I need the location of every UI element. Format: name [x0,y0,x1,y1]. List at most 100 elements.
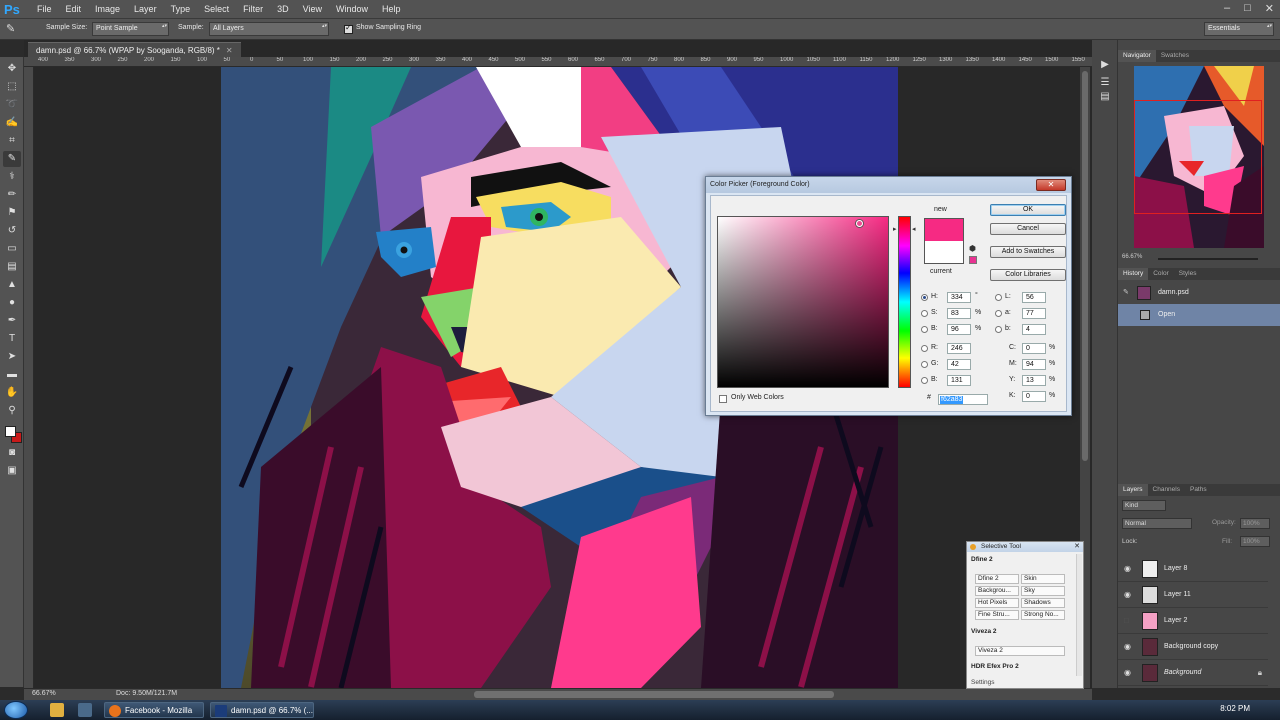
dfine-option[interactable]: Shadows [1021,598,1065,608]
horizontal-scrollbar[interactable] [474,691,834,698]
lasso-tool-icon[interactable]: ➰ [3,97,21,113]
tab-color[interactable]: Color [1148,268,1174,280]
zoom-level[interactable]: 66.67% [32,690,56,697]
dialog-close-button[interactable]: ✕ [1036,179,1066,191]
type-tool-icon[interactable]: T [3,331,21,347]
dfine-option[interactable]: Strong No... [1021,610,1065,620]
layer-row[interactable]: ◉ Layer 8 [1118,556,1268,582]
show-sampling-ring-checkbox[interactable] [344,23,353,34]
taskbar-firefox[interactable]: Facebook - Mozilla F... [104,702,204,718]
lab-a-radio[interactable] [995,310,1002,317]
layer-row[interactable]: □ Layer 2 [1118,608,1268,634]
play-icon[interactable]: ▶ [1098,58,1112,72]
green-radio[interactable] [921,361,928,368]
ok-button[interactable]: OK [990,204,1066,216]
layer-row[interactable]: ◉ Layer 11 [1118,582,1268,608]
visibility-off-icon[interactable]: □ [1124,608,1129,634]
panel-close-icon[interactable]: ✕ [1074,542,1080,552]
hue-slider-right-arrow-icon[interactable]: ◂ [912,225,916,233]
hue-radio[interactable] [921,294,928,301]
hue-slider-left-arrow-icon[interactable]: ▸ [893,225,897,233]
menu-filter[interactable]: Filter [236,0,270,19]
vertical-scroll-thumb[interactable] [1082,71,1088,461]
navigator-zoom-slider[interactable] [1158,258,1258,260]
cancel-button[interactable]: Cancel [990,223,1066,235]
hand-tool-icon[interactable]: ✋ [3,385,21,401]
navigator-thumbnail[interactable] [1134,66,1264,248]
blend-mode-select[interactable]: Normal [1122,518,1192,529]
current-color-swatch[interactable] [924,241,964,264]
start-button[interactable] [4,701,28,719]
document-tab[interactable]: damn.psd @ 66.7% (WPAP by Sooganda, RGB/… [28,42,241,57]
sample-select[interactable]: All Layers [209,22,329,36]
web-safe-swatch[interactable] [969,256,977,264]
menu-image[interactable]: Image [88,0,127,19]
eyedropper-tool-icon[interactable]: ✎ [3,151,21,167]
workspace-select[interactable]: Essentials [1204,22,1274,36]
viveza-header[interactable]: Viveza 2 [971,628,997,635]
opacity-field[interactable]: 100% [1240,518,1270,529]
lab-a-field[interactable]: 77 [1022,308,1046,319]
visibility-eye-icon[interactable]: ◉ [1124,660,1131,686]
hex-field[interactable]: f62a83 [938,394,988,405]
lab-l-field[interactable]: 56 [1022,292,1046,303]
hdr-efex-header[interactable]: HDR Efex Pro 2 [971,663,1019,670]
eraser-tool-icon[interactable]: ▭ [3,241,21,257]
brush-tool-icon[interactable]: ✏ [3,187,21,203]
adjust-icon[interactable]: ☰ [1098,76,1112,90]
tab-styles[interactable]: Styles [1174,268,1202,280]
brightness-radio[interactable] [921,326,928,333]
minimize-button[interactable]: – [1224,2,1230,15]
shape-tool-icon[interactable]: ▬ [3,367,21,383]
sample-size-select[interactable]: Point Sample [92,22,169,36]
dodge-tool-icon[interactable]: ● [3,295,21,311]
menu-select[interactable]: Select [197,0,236,19]
saturation-radio[interactable] [921,310,928,317]
lab-b-radio[interactable] [995,326,1002,333]
menu-edit[interactable]: Edit [59,0,89,19]
settings-link[interactable]: Settings [971,679,995,686]
gamut-warning-cube-icon[interactable]: ⬢ [969,244,976,253]
layer-row[interactable]: ◉ Background 🔒︎ [1118,660,1268,686]
menu-file[interactable]: File [30,0,59,19]
dfine-option[interactable]: Hot Pixels [975,598,1019,608]
yellow-field[interactable]: 13 [1022,375,1046,386]
healing-brush-icon[interactable]: ⚕ [3,169,21,185]
quick-select-tool-icon[interactable]: ✍ [3,115,21,131]
gradient-tool-icon[interactable]: ▤ [3,259,21,275]
red-radio[interactable] [921,345,928,352]
dfine-header[interactable]: Dfine 2 [971,556,993,563]
foreground-color-swatch[interactable] [5,426,16,437]
menu-type[interactable]: Type [164,0,198,19]
tab-paths[interactable]: Paths [1185,484,1212,496]
brightness-field[interactable]: 96 [947,324,971,335]
close-tab-icon[interactable]: ✕ [226,46,233,55]
tab-channels[interactable]: Channels [1148,484,1185,496]
layer-filter-kind[interactable]: Kind [1122,500,1166,511]
quick-mask-icon[interactable]: ◙ [3,445,21,461]
lab-b-field[interactable]: 4 [1022,324,1046,335]
red-field[interactable]: 246 [947,343,971,354]
screen-mode-icon[interactable]: ▣ [3,463,21,479]
history-snapshot[interactable]: ✎ damn.psd [1118,282,1280,304]
maximize-button[interactable]: □ [1244,2,1251,15]
blue-radio[interactable] [921,377,928,384]
blue-field[interactable]: 131 [947,375,971,386]
pen-tool-icon[interactable]: ✒ [3,313,21,329]
taskbar-photoshop[interactable]: damn.psd @ 66.7% (... [210,702,314,718]
close-window-button[interactable]: ✕ [1265,2,1274,15]
visibility-eye-icon[interactable]: ◉ [1124,634,1131,660]
color-field-cursor[interactable] [856,220,863,227]
properties-icon[interactable]: ▤ [1098,90,1112,104]
viveza-option[interactable]: Viveza 2 [975,646,1065,656]
dfine-option[interactable]: Sky [1021,586,1065,596]
crop-tool-icon[interactable]: ⌗ [3,133,21,149]
menu-help[interactable]: Help [375,0,408,19]
menu-layer[interactable]: Layer [127,0,164,19]
selective-tool-scrollbar[interactable] [1076,554,1082,676]
black-field[interactable]: 0 [1022,391,1046,402]
history-brush-icon[interactable]: ↺ [3,223,21,239]
saturation-field[interactable]: 83 [947,308,971,319]
dfine-option[interactable]: Backgrou... [975,586,1019,596]
clone-stamp-icon[interactable]: ⚑ [3,205,21,221]
